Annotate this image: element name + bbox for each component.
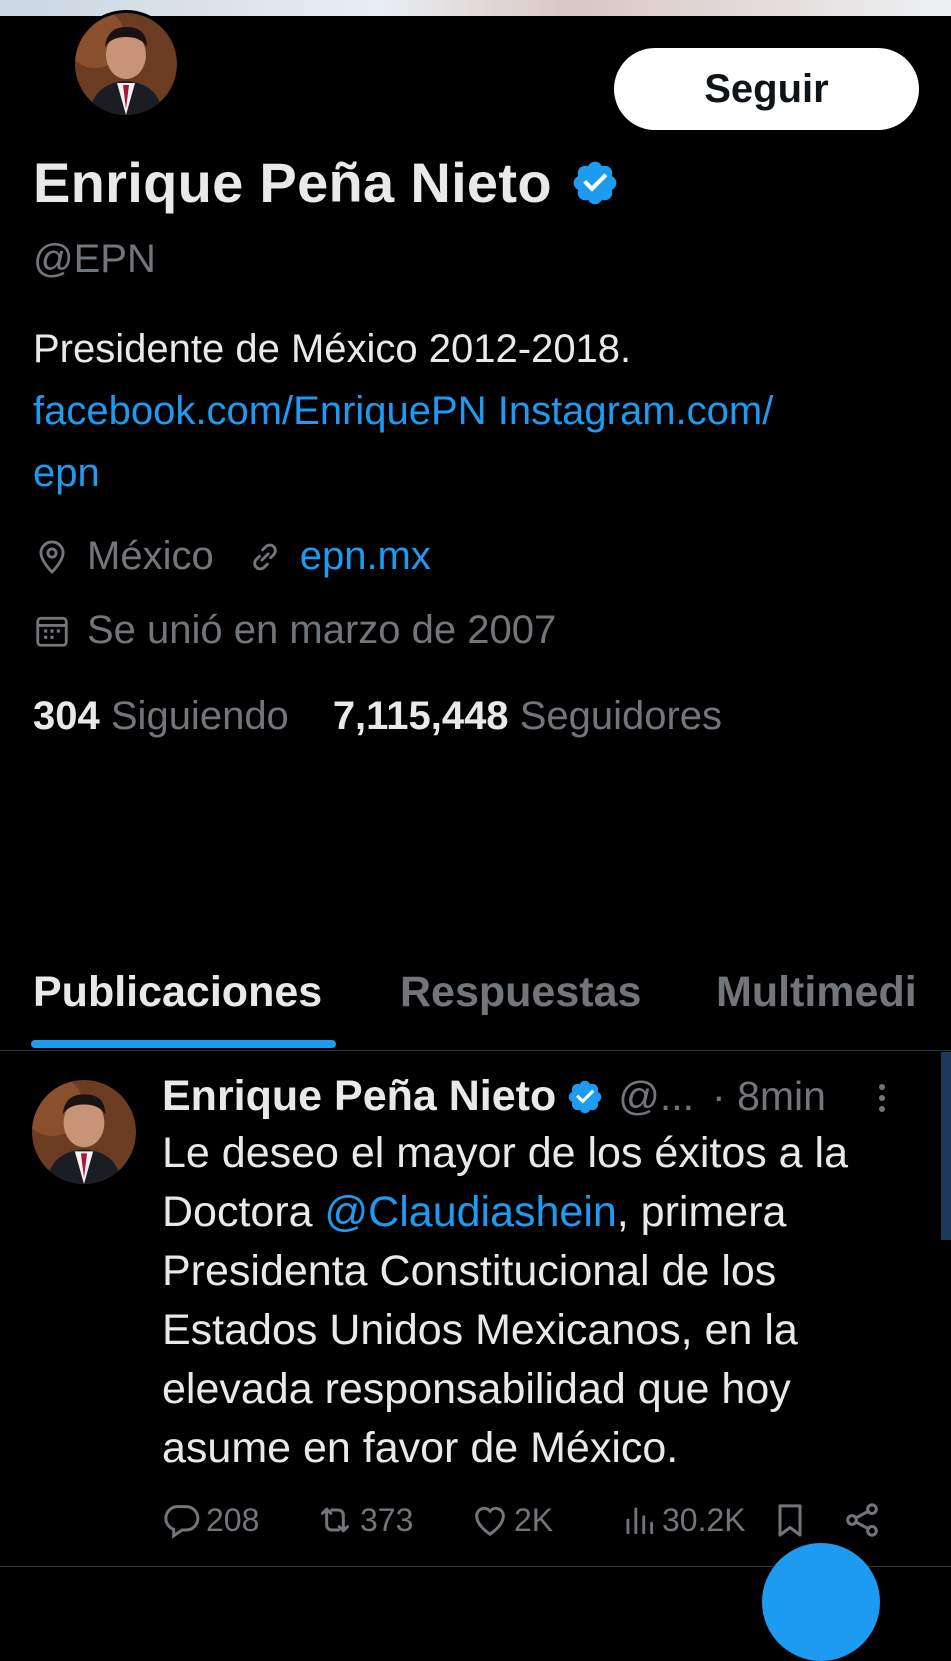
active-tab-indicator xyxy=(31,1040,336,1048)
profile-handle: @EPN xyxy=(33,237,156,281)
like-button[interactable]: 2K xyxy=(470,1492,553,1548)
post-author-handle[interactable]: @... xyxy=(618,1073,694,1120)
post-author-name[interactable]: Enrique Peña Nieto xyxy=(162,1072,556,1121)
profile-bio: Presidente de México 2012-2018. facebook… xyxy=(33,318,933,504)
views-button[interactable]: 30.2K xyxy=(620,1492,746,1548)
follow-button[interactable]: Seguir xyxy=(614,48,919,130)
profile-meta-joined-row: Se unió en marzo de 2007 xyxy=(33,608,556,653)
post-actions: 208 373 2K 30.2K xyxy=(162,1492,922,1548)
followers-label: Seguidores xyxy=(519,694,723,738)
profile-website-link[interactable]: epn.mx xyxy=(300,534,431,579)
location-pin-icon xyxy=(39,540,65,574)
like-icon xyxy=(475,1506,505,1536)
following-label: Siguiendo xyxy=(110,694,289,738)
like-count: 2K xyxy=(514,1501,554,1538)
bio-facebook-link[interactable]: facebook.com/EnriquePN xyxy=(33,389,487,433)
reply-count: 208 xyxy=(206,1501,260,1538)
post-text: Le deseo el mayor de los éxitos a la Doc… xyxy=(162,1124,922,1478)
views-icon xyxy=(626,1507,654,1535)
link-icon xyxy=(252,543,277,570)
bio-instagram-link[interactable]: Instagram.com/ xyxy=(498,389,774,433)
post-item[interactable]: Enrique Peña Nieto @... · 8min Le deseo … xyxy=(0,1052,951,1572)
repost-icon xyxy=(321,1507,349,1533)
verified-badge-icon[interactable] xyxy=(570,158,620,208)
more-icon[interactable] xyxy=(862,1074,902,1122)
post-author-avatar[interactable] xyxy=(32,1080,136,1184)
post-mention-link[interactable]: @Claudiashein xyxy=(325,1188,617,1236)
following-stat[interactable]: 304 Siguiendo xyxy=(33,694,289,739)
profile-name-row: Enrique Peña Nieto xyxy=(33,150,620,215)
followers-count: 7,115,448 xyxy=(332,694,509,738)
share-button[interactable] xyxy=(842,1492,886,1548)
profile-location: México xyxy=(87,534,214,578)
bookmark-button[interactable] xyxy=(770,1492,814,1548)
repost-count: 373 xyxy=(360,1501,414,1538)
profile-stats: 304 Siguiendo 7,115,448 Seguidores xyxy=(33,694,722,739)
bio-text: Presidente de México 2012-2018. xyxy=(33,327,632,371)
profile-joined-date: Se unió en marzo de 2007 xyxy=(87,608,557,652)
following-count: 304 xyxy=(33,694,100,738)
bookmark-icon xyxy=(778,1504,802,1537)
views-count: 30.2K xyxy=(662,1501,746,1538)
repost-button[interactable]: 373 xyxy=(314,1492,413,1548)
bio-instagram-link-cont[interactable]: epn xyxy=(33,451,100,495)
profile-meta-location-row: México epn.mx xyxy=(33,534,431,579)
followers-stat[interactable]: 7,115,448 Seguidores xyxy=(333,694,722,739)
profile-tabs: Publicaciones Respuestas Multimedi xyxy=(0,958,951,1051)
reply-icon xyxy=(164,1505,200,1539)
share-icon xyxy=(846,1503,878,1537)
reply-button[interactable]: 208 xyxy=(162,1492,259,1548)
calendar-icon xyxy=(36,616,68,647)
compose-fab-button[interactable] xyxy=(762,1543,880,1661)
verified-badge-icon xyxy=(569,1080,602,1113)
post-timestamp[interactable]: · 8min xyxy=(712,1073,826,1120)
tab-publicaciones[interactable]: Publicaciones xyxy=(33,968,322,1017)
tab-respuestas[interactable]: Respuestas xyxy=(400,968,641,1017)
post-header: Enrique Peña Nieto @... · 8min xyxy=(162,1072,826,1121)
profile-display-name: Enrique Peña Nieto xyxy=(33,151,552,214)
profile-avatar[interactable] xyxy=(72,10,180,118)
tab-multimedia[interactable]: Multimedi xyxy=(716,968,917,1017)
